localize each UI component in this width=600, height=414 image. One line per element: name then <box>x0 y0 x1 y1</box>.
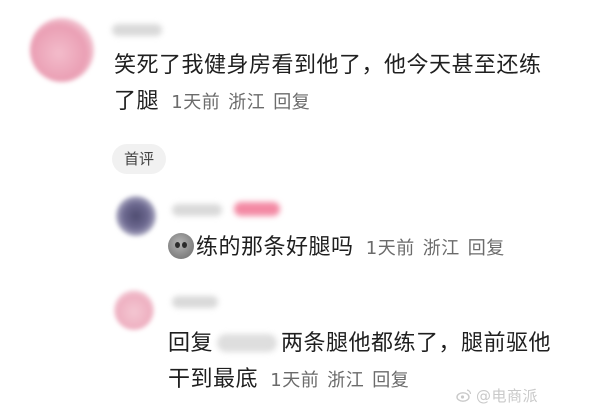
reply1-comment: 练的那条好腿吗 1天前 浙江 回复 <box>168 230 588 267</box>
reply1-reply-button[interactable]: 回复 <box>468 238 505 259</box>
sad-face-emoji-icon <box>168 233 194 259</box>
reply1-name-blurred[interactable] <box>172 204 222 216</box>
watermark-text: @电商派 <box>475 387 538 405</box>
top-comment-text-line1: 笑死了我健身房看到他了，他今天甚至还练 <box>114 53 542 78</box>
reply1-meta: 1天前 浙江 回复 <box>360 238 513 259</box>
reply2-location: 浙江 <box>327 370 365 391</box>
reply1-text: 练的那条好腿吗 <box>196 235 354 260</box>
reply2-text: 两条腿他都练了，腿前驱他 <box>281 331 552 356</box>
reply1-badge-blurred <box>234 202 280 216</box>
reply2-text-line2: 干到最底 <box>168 367 259 392</box>
top-comment: 笑死了我健身房看到他了，他今天甚至还练 了腿 1天前 浙江 回复 <box>114 48 594 121</box>
reply1-location: 浙江 <box>422 238 460 259</box>
reply2-name-blurred[interactable] <box>172 296 218 308</box>
top-comment-meta: 1天前 浙江 回复 <box>165 92 318 113</box>
top-comment-time: 1天前 <box>171 92 221 113</box>
reply2-reply-button[interactable]: 回复 <box>372 370 409 391</box>
top-comment-location: 浙江 <box>228 92 266 113</box>
first-comment-tag: 首评 <box>112 144 167 174</box>
commenter-avatar[interactable] <box>30 18 94 82</box>
top-comment-reply-button[interactable]: 回复 <box>273 92 310 113</box>
top-comment-text-line2: 了腿 <box>114 89 160 114</box>
reply1-time: 1天前 <box>365 238 415 259</box>
reply2-time: 1天前 <box>270 370 320 391</box>
weibo-logo-icon <box>456 389 472 402</box>
commenter-name-blurred[interactable] <box>112 24 162 36</box>
watermark: @电商派 <box>456 385 538 406</box>
reply2-prefix: 回复 <box>168 331 214 356</box>
reply2-meta: 1天前 浙江 回复 <box>264 370 417 391</box>
reply2-avatar[interactable] <box>114 290 154 330</box>
mentioned-user-blurred[interactable] <box>217 334 278 352</box>
reply1-avatar[interactable] <box>116 196 156 236</box>
